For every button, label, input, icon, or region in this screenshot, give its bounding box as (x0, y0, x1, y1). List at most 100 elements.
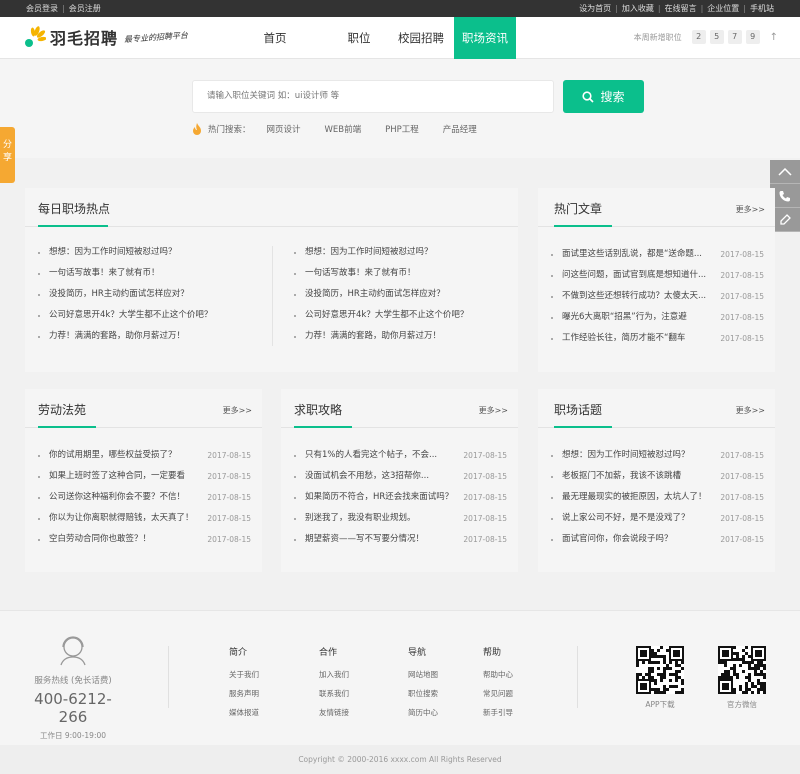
top-link[interactable]: 在线留言 (665, 0, 697, 17)
footer-link[interactable]: 媒体报道 (229, 707, 259, 718)
list-item[interactable]: 说上家公司不好，是不是没戏了？ 2017-08-15 (548, 508, 764, 529)
item-title: 你以为让你离职就得赔钱，太天真了！ (35, 508, 199, 529)
top-link[interactable]: 加入收藏 (622, 0, 654, 17)
item-title: 面试里这些话别乱说，都是“送命题... (548, 244, 712, 265)
item-title: 公司好意思开4k？大学生都不止这个价吧？ (291, 305, 511, 326)
logo[interactable]: 羽毛招聘 最专业的招聘平台 (24, 25, 188, 49)
search-input[interactable] (192, 80, 554, 113)
footer-link[interactable]: 联系我们 (319, 688, 349, 699)
hot-keyword[interactable]: PHP工程 (385, 123, 419, 135)
list-item[interactable]: 一句话写故事！来了就有币！ (291, 263, 511, 284)
item-date: 2017-08-15 (207, 451, 251, 460)
list-item[interactable]: 期望薪资——写不写要分情况！ 2017-08-15 (291, 529, 507, 550)
footer-link[interactable]: 帮助中心 (483, 669, 513, 680)
footer-col-title: 简介 (229, 648, 248, 658)
nav-home[interactable]: 首页 (244, 17, 306, 59)
list-item[interactable]: 空白劳动合同你也敢签？！ 2017-08-15 (35, 529, 251, 550)
nav-campus[interactable]: 校园招聘 (390, 17, 452, 59)
item-title: 没投简历，HR主动约面试怎样应对？ (35, 284, 265, 305)
list-item[interactable]: 公司送你这种福利你会不要？不信！ 2017-08-15 (35, 487, 251, 508)
register-link[interactable]: 会员注册 (69, 0, 101, 17)
more-link[interactable]: 更多>> (479, 405, 508, 416)
top-link[interactable]: 设为首页 (579, 0, 611, 17)
list-item[interactable]: 想想：因为工作时间短被怼过吗？ (291, 242, 511, 263)
search-icon (582, 90, 595, 103)
list-item[interactable]: 你以为让你离职就得赔钱，太天真了！ 2017-08-15 (35, 508, 251, 529)
job-guide-panel: 求职攻略 更多>> 只有1%的人看完这个帖子，不会... 2017-08-15 没面… (281, 389, 518, 572)
footer-link[interactable]: 加入我们 (319, 669, 349, 680)
top-link[interactable]: 企业位置 (707, 0, 739, 17)
nav-jobs[interactable]: 职位 (328, 17, 390, 59)
list-item[interactable]: 最无理最现实的被拒原因，太坑人了！ 2017-08-15 (548, 487, 764, 508)
list-item[interactable]: 没投简历，HR主动约面试怎样应对？ (35, 284, 265, 305)
divider (168, 646, 169, 708)
item-date: 2017-08-15 (463, 514, 507, 523)
item-title: 说上家公司不好，是不是没戏了？ (548, 508, 712, 529)
item-title: 力荐！满满的套路，助你月薪过万！ (35, 326, 265, 347)
footer-col-about: 简介 关于我们 服务声明 媒体报道 (229, 645, 259, 726)
list-item[interactable]: 公司好意思开4k？大学生都不止这个价吧？ (35, 305, 265, 326)
list-item[interactable]: 如果上班时签了这种合同，一定要看 2017-08-15 (35, 466, 251, 487)
search-button[interactable]: 搜索 (563, 80, 644, 113)
share-tab[interactable]: 分享 (0, 127, 15, 183)
list-item[interactable]: 没投简历，HR主动约面试怎样应对？ (291, 284, 511, 305)
divider: | (657, 4, 661, 13)
list-item[interactable]: 只有1%的人看完这个帖子，不会... 2017-08-15 (291, 445, 507, 466)
more-link[interactable]: 更多>> (736, 405, 765, 416)
customer-service-icon (60, 636, 86, 666)
more-link[interactable]: 更多>> (223, 405, 252, 416)
footer-link[interactable]: 友情链接 (319, 707, 349, 718)
hot-keyword[interactable]: 产品经理 (443, 123, 477, 135)
footer-link[interactable]: 关于我们 (229, 669, 259, 680)
footer-col-cooperation: 合作 加入我们 联系我们 友情链接 (319, 645, 349, 726)
list-item[interactable]: 一句话写故事！来了就有币！ (35, 263, 265, 284)
copyright: Copyright © 2000-2016 xxxx.com All Right… (0, 745, 800, 774)
list-item[interactable]: 不做到这些还想转行成功？太傻太天... 2017-08-15 (548, 286, 764, 307)
daily-list-left: 想想：因为工作时间短被怼过吗？ 一句话写故事！来了就有币！ 没投简历，HR主动约面试… (35, 242, 265, 347)
more-link[interactable]: 更多>> (736, 204, 765, 215)
footer-link[interactable]: 简历中心 (408, 707, 438, 718)
job-guide-list: 只有1%的人看完这个帖子，不会... 2017-08-15 没面试机会不用愁，这3招… (291, 445, 507, 550)
item-date: 2017-08-15 (720, 451, 764, 460)
hot-articles-list: 面试里这些话别乱说，都是“送命题... 2017-08-15 问这些问题，面试官到底… (548, 244, 764, 349)
hot-keyword[interactable]: WEB前端 (325, 123, 362, 135)
hot-search: 热门搜索： 网页设计 WEB前端 PHP工程 产品经理 (192, 123, 501, 135)
brand-name: 羽毛招聘 (50, 29, 119, 48)
item-title: 公司好意思开4k？大学生都不止这个价吧？ (35, 305, 265, 326)
footer-link[interactable]: 常见问题 (483, 688, 513, 699)
list-item[interactable]: 别迷我了，我没有职业规划。 2017-08-15 (291, 508, 507, 529)
hot-keyword[interactable]: 网页设计 (267, 123, 301, 135)
list-item[interactable]: 工作经验长往，简历才能不“翻车 2017-08-15 (548, 328, 764, 349)
list-item[interactable]: 面试里这些话别乱说，都是“送命题... 2017-08-15 (548, 244, 764, 265)
list-item[interactable]: 问这些问题，面试官到底是想知道什... 2017-08-15 (548, 265, 764, 286)
item-date: 2017-08-15 (720, 313, 764, 322)
footer-link[interactable]: 服务声明 (229, 688, 259, 699)
top-link[interactable]: 手机站 (750, 0, 774, 17)
divider: | (615, 4, 618, 13)
list-item[interactable]: 曝光6大离职“招黑”行为，注意避 2017-08-15 (548, 307, 764, 328)
list-item[interactable]: 公司好意思开4k？大学生都不止这个价吧？ (291, 305, 511, 326)
login-link[interactable]: 会员登录 (26, 0, 58, 17)
list-item[interactable]: 你的试用期里，哪些权益受损了？ 2017-08-15 (35, 445, 251, 466)
list-item[interactable]: 力荐！满满的套路，助你月薪过万！ (35, 326, 265, 347)
list-item[interactable]: 老板抠门不加薪，我该不该跳槽 2017-08-15 (548, 466, 764, 487)
footer-link[interactable]: 网站地图 (408, 669, 438, 680)
back-to-top-icon[interactable] (770, 160, 800, 184)
brand-slogan: 最专业的招聘平台 (123, 30, 189, 44)
footer-link[interactable]: 新手引导 (483, 707, 513, 718)
list-item[interactable]: 如果简历不符合，HR还会找来面试吗？ 2017-08-15 (291, 487, 507, 508)
title-underline (554, 225, 612, 227)
list-item[interactable]: 没面试机会不用愁，这3招帮你... 2017-08-15 (291, 466, 507, 487)
list-item[interactable]: 想想：因为工作时间短被怼过吗？ (35, 242, 265, 263)
item-date: 2017-08-15 (463, 472, 507, 481)
panel-title: 热门文章 (554, 202, 603, 216)
item-title: 老板抠门不加薪，我该不该跳槽 (548, 466, 712, 487)
list-item[interactable]: 面试官问你，你会说段子吗？ 2017-08-15 (548, 529, 764, 550)
footer-link[interactable]: 职位搜索 (408, 688, 438, 699)
list-item[interactable]: 力荐！满满的套路，助你月薪过万！ (291, 326, 511, 347)
nav-news[interactable]: 职场资讯 (454, 17, 516, 59)
item-title: 最无理最现实的被拒原因，太坑人了！ (548, 487, 712, 508)
up-arrow-icon[interactable]: ↑ (770, 32, 778, 43)
item-title: 如果上班时签了这种合同，一定要看 (35, 466, 199, 487)
list-item[interactable]: 想想：因为工作时间短被怼过吗？ 2017-08-15 (548, 445, 764, 466)
